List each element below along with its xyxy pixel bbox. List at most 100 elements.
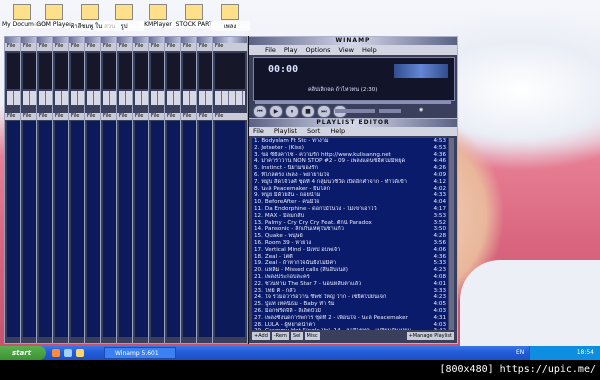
desktop-icon-stock-part[interactable]: STOCK PART [174, 4, 214, 28]
playlist-row[interactable]: 26. ม็อกฟรีดจิลี - ลีเล็ตป๋วมี 4:03 [252, 308, 448, 315]
track-duration: 4:53 [433, 144, 446, 151]
playlist-row[interactable]: 9. หนู่ย มีด้วยงั้น - ถอยน้ำม 4:33 [252, 192, 448, 199]
language-indicator[interactable]: EN [516, 346, 524, 360]
time-display[interactable]: 00:00 [268, 64, 298, 75]
track-duration: 4:08 [433, 273, 446, 280]
winamp-main-window[interactable]: WINAMP File Play Options View Help 00:00… [248, 36, 458, 120]
playlist-row[interactable]: 12. MAX - มีลมกลับ 3:53 [252, 213, 448, 220]
playlist-row[interactable]: 13. Palmy - Cry Cry Cry Feat. ตั๊กน์ Para… [252, 220, 448, 227]
playlist-row[interactable]: 24. ใจ รวมอวารอวาน ชีพช ใหญ่ ว่าก - เซยิต… [252, 294, 448, 301]
playlist-row[interactable]: 29.Grammy Hot Single Vol. 14 - ลาสิโรฟค … [252, 328, 448, 330]
track-number: 15. [254, 233, 263, 240]
balance-slider[interactable] [379, 109, 401, 113]
track-title: นะล Peacemaker - ยิ้มโลก [261, 185, 330, 192]
playlist-row[interactable]: 8. นะล Peacemaker - ยิ้มโลก 4:02 [252, 186, 448, 193]
add-button[interactable]: +Add [252, 332, 270, 340]
menu-sort[interactable]: Sort [307, 127, 320, 136]
play-button[interactable]: ▶ [269, 105, 283, 118]
menu-play[interactable]: Play [284, 45, 298, 55]
playlist-row[interactable]: 20. แหลีม - Missed calls (สิ้นฮิบเนส) 4:23 [252, 267, 448, 274]
ghost-controls [215, 91, 245, 105]
pause-button[interactable]: ⏸ [285, 105, 299, 118]
quicklaunch-icon[interactable] [52, 349, 60, 357]
playlist-row[interactable]: 4. ม่าคาราวาน NON STOP #2 - 09 - เพลงแดนซ… [252, 158, 448, 165]
visualizer[interactable] [394, 64, 448, 78]
track-title: ที่ไกลตรง เพลง - พยายามใจ [261, 171, 330, 178]
quicklaunch-icon[interactable] [64, 349, 72, 357]
track-title: Zeal - ถ้าหากใจฉันยังไม่มีค่า [264, 260, 337, 267]
track-number: 17. [254, 246, 263, 253]
track-title: หนู่ย มีด้วยงั้น - ถอยน้ำม [261, 192, 321, 199]
playlist-row[interactable]: 3. ขอ ซียังคาไซ - ความรัก http://www.kuli… [252, 152, 448, 159]
playlist-title-bar[interactable]: PLAYLIST EDITOR [249, 119, 457, 127]
desktop-icon-music[interactable]: เพลง [210, 4, 250, 31]
track-number: 14. [254, 226, 263, 233]
playlist-row[interactable]: 1. Bodyslam Ft Stc - ทางาม 4:53 [252, 138, 448, 145]
playlist-row[interactable]: 5. Instinct - นิยามของรัก 4:26 [252, 165, 448, 172]
track-duration: 4:09 [433, 171, 446, 178]
menu-help[interactable]: Help [362, 45, 377, 55]
taskbar-button-winamp[interactable]: Winamp 5.601 [104, 347, 176, 359]
playlist-row[interactable]: 23. ไทย์ คิ - กลัว 3:33 [252, 288, 448, 295]
playlist-row[interactable]: 25. ปู่แท เทคนิธม - Baby ทำ ร้ม 4:05 [252, 301, 448, 308]
manage-playlist-button[interactable]: +Manage Playlist [406, 332, 454, 340]
ghost-menu: File [213, 43, 247, 51]
track-number: 1. [254, 138, 260, 144]
track-number: 18. [254, 253, 263, 260]
previous-button[interactable]: ⏮ [253, 105, 267, 118]
track-number: 13. [254, 219, 263, 226]
playlist-row[interactable]: 22. ชวนหาม The Star 7 - นอนหลับตาแล้ว 4:01 [252, 281, 448, 288]
quicklaunch-icon[interactable] [76, 349, 84, 357]
track-number: 4. [254, 158, 260, 165]
playlist-row[interactable]: 2. Jetseter - (Kiss) 4:53 [252, 145, 448, 152]
playlist-row[interactable]: 18. Zeal - ไต่ติ 4:36 [252, 254, 448, 261]
playlist-row[interactable]: 27. เพลงซึ้งนดการพการ ชุดที่ 2 - เพื่อนใจ… [252, 315, 448, 322]
track-title: ชวนหาม The Star 7 - นอนหลับตาแล้ว [264, 280, 362, 287]
desktop-icon-label: GOM Player [34, 21, 74, 28]
playlist-row[interactable]: 11. Da Endorphine - ดอกไม้ในวง - ไม่เขาเอ… [252, 206, 448, 213]
eq-toggle-icon[interactable]: ◉ [419, 107, 423, 113]
stop-button[interactable]: ■ [301, 105, 315, 118]
winamp-title-bar[interactable]: WINAMP [249, 37, 457, 45]
watermark: [800x480] https://upic.me/ [0, 360, 600, 380]
playlist-row[interactable]: 10. BeforeAfter - คนมีใจ 4:04 [252, 199, 448, 206]
track-number: 3. [254, 151, 260, 158]
playlist-list[interactable]: 1. Bodyslam Ft Stc - ทางาม 4:53 2. Jetseter … [252, 138, 448, 330]
ghost-playlist [215, 121, 245, 337]
playlist-editor-window[interactable]: PLAYLIST EDITOR File Playlist Sort Help … [248, 118, 458, 344]
playlist-scrollbar[interactable] [449, 138, 454, 330]
desktop-icon-gom-player[interactable]: GOM Player [34, 4, 74, 28]
menu-view[interactable]: View [339, 45, 354, 55]
playlist-row[interactable]: 15. Quake - พนุษย์ 4:28 [252, 233, 448, 240]
track-number: 12. [254, 212, 263, 219]
clock[interactable]: 18:54 [577, 346, 594, 360]
playlist-row[interactable]: 14. Pansonic - ลึกเกินเหตุในชาแก้ว 3:50 [252, 226, 448, 233]
playlist-row[interactable]: 17. Vertical Mind - มีเทป อบพเจ้า 4:06 [252, 247, 448, 254]
start-button[interactable]: start [0, 346, 46, 360]
playlist-row[interactable]: 19. Zeal - ถ้าหากใจฉันยังไม่มีค่า 5:33 [252, 260, 448, 267]
playlist-row[interactable]: 6. ที่ไกลตรง เพลง - พยายามใจ 4:09 [252, 172, 448, 179]
track-title: Da Endorphine - ดอกไม้ในวง - ไม่เขาเอาไว… [264, 205, 377, 212]
seek-bar[interactable] [255, 101, 451, 104]
menu-playlist[interactable]: Playlist [274, 127, 297, 136]
playlist-row[interactable]: 21. เพลงประกอบละคร 4:08 [252, 274, 448, 281]
winamp-window-ghost[interactable]: File File [212, 36, 248, 344]
desktop-icon-kmplayer[interactable]: KMPlayer [138, 4, 178, 28]
select-button[interactable]: Sel [290, 332, 303, 340]
playlist-row[interactable]: 7. หมู่บ สิดโจ้วงศ์ ชุดที่ 4 กลุ่มนวชีวัด… [252, 179, 448, 186]
menu-file[interactable]: File [253, 127, 264, 136]
track-duration: 4:02 [433, 185, 446, 192]
track-title: Vertical Mind - มีเทป อบพเจ้า [264, 246, 341, 253]
misc-button[interactable]: Misc [304, 332, 320, 340]
playlist-row[interactable]: 28. LULA - ผู้หยาดน้ำตา 4:03 [252, 322, 448, 329]
menu-file[interactable]: File [265, 45, 276, 55]
volume-slider[interactable] [335, 109, 375, 113]
track-duration: 4:06 [433, 246, 446, 253]
menu-options[interactable]: Options [305, 45, 330, 55]
taskbar: start Winamp 5.601 EN 18:54 [0, 346, 600, 360]
playlist-row[interactable]: 16. Room 39 - หายวง 3:56 [252, 240, 448, 247]
menu-help[interactable]: Help [330, 127, 345, 136]
next-button[interactable]: ⏭ [317, 105, 331, 118]
remove-button[interactable]: -Rem [271, 332, 289, 340]
folder-icon [81, 4, 99, 20]
